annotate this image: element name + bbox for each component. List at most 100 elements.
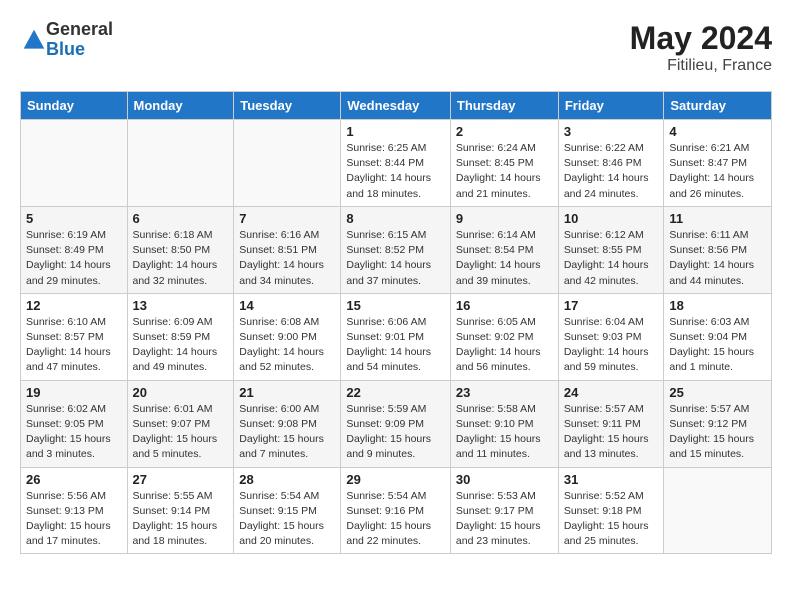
day-cell: 12 Sunrise: 6:10 AM Sunset: 8:57 PM Dayli… bbox=[21, 293, 128, 380]
day-info: Sunrise: 6:03 AM Sunset: 9:04 PM Dayligh… bbox=[669, 315, 766, 376]
day-number: 15 bbox=[346, 298, 445, 313]
day-number: 24 bbox=[564, 385, 659, 400]
day-info: Sunrise: 6:08 AM Sunset: 9:00 PM Dayligh… bbox=[239, 315, 335, 376]
day-info: Sunrise: 5:54 AM Sunset: 9:16 PM Dayligh… bbox=[346, 489, 445, 550]
day-cell: 17Sunrise: 6:04 AM Sunset: 9:03 PM Dayli… bbox=[558, 293, 664, 380]
calendar-body: 1 Sunrise: 6:25 AM Sunset: 8:44 PM Daylig… bbox=[21, 120, 772, 554]
location: Fitilieu, France bbox=[630, 57, 772, 75]
day-number: 6 bbox=[133, 211, 229, 226]
day-number: 22 bbox=[346, 385, 445, 400]
day-info: Sunrise: 5:52 AM Sunset: 9:18 PM Dayligh… bbox=[564, 489, 659, 550]
day-cell: 18 Sunrise: 6:03 AM Sunset: 9:04 PM Dayli… bbox=[664, 293, 772, 380]
day-number: 11 bbox=[669, 211, 766, 226]
logo-icon bbox=[22, 28, 46, 52]
day-cell: 14 Sunrise: 6:08 AM Sunset: 9:00 PM Dayli… bbox=[234, 293, 341, 380]
day-number: 13 bbox=[133, 298, 229, 313]
week-row-4: 19 Sunrise: 6:02 AM Sunset: 9:05 PM Dayli… bbox=[21, 380, 772, 467]
day-number: 4 bbox=[669, 124, 766, 139]
day-number: 7 bbox=[239, 211, 335, 226]
day-info: Sunrise: 6:05 AM Sunset: 9:02 PM Dayligh… bbox=[456, 315, 553, 376]
day-number: 27 bbox=[133, 472, 229, 487]
day-cell: 27 Sunrise: 5:55 AM Sunset: 9:14 PM Dayli… bbox=[127, 467, 234, 554]
day-number: 18 bbox=[669, 298, 766, 313]
day-cell: 15 Sunrise: 6:06 AM Sunset: 9:01 PM Dayli… bbox=[341, 293, 451, 380]
day-cell bbox=[234, 120, 341, 207]
title-block: May 2024 Fitilieu, France bbox=[630, 20, 772, 75]
day-cell bbox=[664, 467, 772, 554]
day-number: 14 bbox=[239, 298, 335, 313]
month-year: May 2024 bbox=[630, 20, 772, 57]
calendar-table: SundayMondayTuesdayWednesdayThursdayFrid… bbox=[20, 91, 772, 554]
day-number: 10 bbox=[564, 211, 659, 226]
day-number: 21 bbox=[239, 385, 335, 400]
header-tuesday: Tuesday bbox=[234, 92, 341, 120]
day-cell: 8Sunrise: 6:15 AM Sunset: 8:52 PM Daylig… bbox=[341, 206, 451, 293]
day-info: Sunrise: 6:09 AM Sunset: 8:59 PM Dayligh… bbox=[133, 315, 229, 376]
day-info: Sunrise: 6:06 AM Sunset: 9:01 PM Dayligh… bbox=[346, 315, 445, 376]
day-cell: 7 Sunrise: 6:16 AM Sunset: 8:51 PM Daylig… bbox=[234, 206, 341, 293]
day-info: Sunrise: 6:14 AM Sunset: 8:54 PM Dayligh… bbox=[456, 228, 553, 289]
day-info: Sunrise: 6:01 AM Sunset: 9:07 PM Dayligh… bbox=[133, 402, 229, 463]
header-wednesday: Wednesday bbox=[341, 92, 451, 120]
logo-general: General bbox=[46, 20, 113, 40]
day-info: Sunrise: 6:25 AM Sunset: 8:44 PM Dayligh… bbox=[346, 141, 445, 202]
day-number: 5 bbox=[26, 211, 122, 226]
day-cell: 22 Sunrise: 5:59 AM Sunset: 9:09 PM Dayli… bbox=[341, 380, 451, 467]
header-row: SundayMondayTuesdayWednesdayThursdayFrid… bbox=[21, 92, 772, 120]
day-cell: 24 Sunrise: 5:57 AM Sunset: 9:11 PM Dayli… bbox=[558, 380, 664, 467]
day-number: 28 bbox=[239, 472, 335, 487]
day-number: 29 bbox=[346, 472, 445, 487]
day-number: 1 bbox=[346, 124, 445, 139]
day-info: Sunrise: 5:57 AM Sunset: 9:11 PM Dayligh… bbox=[564, 402, 659, 463]
day-info: Sunrise: 5:59 AM Sunset: 9:09 PM Dayligh… bbox=[346, 402, 445, 463]
day-info: Sunrise: 6:04 AM Sunset: 9:03 PM Dayligh… bbox=[564, 315, 659, 376]
day-info: Sunrise: 5:58 AM Sunset: 9:10 PM Dayligh… bbox=[456, 402, 553, 463]
day-cell: 13 Sunrise: 6:09 AM Sunset: 8:59 PM Dayli… bbox=[127, 293, 234, 380]
calendar-header: SundayMondayTuesdayWednesdayThursdayFrid… bbox=[21, 92, 772, 120]
day-cell: 16 Sunrise: 6:05 AM Sunset: 9:02 PM Dayli… bbox=[450, 293, 558, 380]
day-cell: 29 Sunrise: 5:54 AM Sunset: 9:16 PM Dayli… bbox=[341, 467, 451, 554]
day-cell: 5Sunrise: 6:19 AM Sunset: 8:49 PM Daylig… bbox=[21, 206, 128, 293]
week-row-2: 5Sunrise: 6:19 AM Sunset: 8:49 PM Daylig… bbox=[21, 206, 772, 293]
day-number: 26 bbox=[26, 472, 122, 487]
day-cell: 3 Sunrise: 6:22 AM Sunset: 8:46 PM Daylig… bbox=[558, 120, 664, 207]
day-info: Sunrise: 6:00 AM Sunset: 9:08 PM Dayligh… bbox=[239, 402, 335, 463]
day-cell: 31 Sunrise: 5:52 AM Sunset: 9:18 PM Dayli… bbox=[558, 467, 664, 554]
week-row-1: 1 Sunrise: 6:25 AM Sunset: 8:44 PM Daylig… bbox=[21, 120, 772, 207]
day-cell: 23Sunrise: 5:58 AM Sunset: 9:10 PM Dayli… bbox=[450, 380, 558, 467]
day-number: 25 bbox=[669, 385, 766, 400]
day-number: 2 bbox=[456, 124, 553, 139]
header-sunday: Sunday bbox=[21, 92, 128, 120]
day-info: Sunrise: 6:15 AM Sunset: 8:52 PM Dayligh… bbox=[346, 228, 445, 289]
header-thursday: Thursday bbox=[450, 92, 558, 120]
day-number: 12 bbox=[26, 298, 122, 313]
day-number: 30 bbox=[456, 472, 553, 487]
day-cell bbox=[127, 120, 234, 207]
day-number: 19 bbox=[26, 385, 122, 400]
day-cell: 26Sunrise: 5:56 AM Sunset: 9:13 PM Dayli… bbox=[21, 467, 128, 554]
day-info: Sunrise: 5:55 AM Sunset: 9:14 PM Dayligh… bbox=[133, 489, 229, 550]
day-info: Sunrise: 5:53 AM Sunset: 9:17 PM Dayligh… bbox=[456, 489, 553, 550]
day-number: 31 bbox=[564, 472, 659, 487]
logo-text: General Blue bbox=[46, 20, 113, 60]
day-number: 3 bbox=[564, 124, 659, 139]
day-cell: 20Sunrise: 6:01 AM Sunset: 9:07 PM Dayli… bbox=[127, 380, 234, 467]
day-cell: 2Sunrise: 6:24 AM Sunset: 8:45 PM Daylig… bbox=[450, 120, 558, 207]
day-cell: 19 Sunrise: 6:02 AM Sunset: 9:05 PM Dayli… bbox=[21, 380, 128, 467]
day-info: Sunrise: 6:21 AM Sunset: 8:47 PM Dayligh… bbox=[669, 141, 766, 202]
logo: General Blue bbox=[20, 20, 113, 60]
header-saturday: Saturday bbox=[664, 92, 772, 120]
day-cell: 28Sunrise: 5:54 AM Sunset: 9:15 PM Dayli… bbox=[234, 467, 341, 554]
day-info: Sunrise: 6:16 AM Sunset: 8:51 PM Dayligh… bbox=[239, 228, 335, 289]
day-info: Sunrise: 6:18 AM Sunset: 8:50 PM Dayligh… bbox=[133, 228, 229, 289]
day-cell: 1 Sunrise: 6:25 AM Sunset: 8:44 PM Daylig… bbox=[341, 120, 451, 207]
day-info: Sunrise: 6:02 AM Sunset: 9:05 PM Dayligh… bbox=[26, 402, 122, 463]
day-info: Sunrise: 6:22 AM Sunset: 8:46 PM Dayligh… bbox=[564, 141, 659, 202]
day-cell: 30 Sunrise: 5:53 AM Sunset: 9:17 PM Dayli… bbox=[450, 467, 558, 554]
day-cell: 11 Sunrise: 6:11 AM Sunset: 8:56 PM Dayli… bbox=[664, 206, 772, 293]
day-info: Sunrise: 6:12 AM Sunset: 8:55 PM Dayligh… bbox=[564, 228, 659, 289]
day-info: Sunrise: 6:11 AM Sunset: 8:56 PM Dayligh… bbox=[669, 228, 766, 289]
day-cell: 6 Sunrise: 6:18 AM Sunset: 8:50 PM Daylig… bbox=[127, 206, 234, 293]
day-number: 16 bbox=[456, 298, 553, 313]
day-info: Sunrise: 6:10 AM Sunset: 8:57 PM Dayligh… bbox=[26, 315, 122, 376]
